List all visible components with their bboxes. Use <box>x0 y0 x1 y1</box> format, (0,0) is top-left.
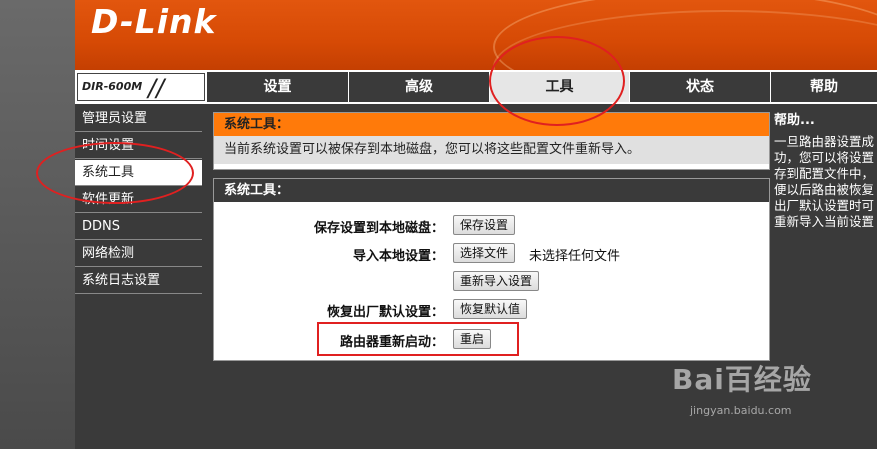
help-line: 出厂默认设置时可 <box>774 198 875 213</box>
save-settings-label: 保存设置到本地磁盘： <box>313 221 444 236</box>
help-line: 便以后路由被恢复 <box>774 182 875 197</box>
reboot-button[interactable]: 重启 <box>453 329 492 349</box>
info-panel-description: 当前系统设置可以被保存到本地磁盘，您可以将这些配置文件重新导入。 <box>214 136 769 164</box>
sidebar-item-system-tools[interactable]: 系统工具 <box>75 160 202 186</box>
sidebar-item-ddns[interactable]: DDNS <box>75 214 202 240</box>
model-slash-icon: // <box>148 74 165 102</box>
help-line: 一旦路由器设置成 <box>774 134 875 149</box>
restore-defaults-label: 恢复出厂默认设置： <box>326 305 444 320</box>
help-body: 一旦路由器设置成 功，您可以将设置 存到配置文件中， 便以后路由被恢复 出厂默认设置时可… <box>774 134 877 230</box>
reboot-label: 路由器重新启动： <box>339 335 444 350</box>
baidu-watermark: Bai百经验 jingyan.baidu.com <box>672 358 812 417</box>
sidebar-item-network-check[interactable]: 网络检测 <box>75 241 202 267</box>
import-settings-label: 导入本地设置： <box>352 249 444 264</box>
help-line: 功，您可以将设置 <box>774 150 875 165</box>
tab-tools[interactable]: 工具 <box>489 72 629 102</box>
dlink-logo: D-Link <box>91 2 217 41</box>
sidebar-item-syslog[interactable]: 系统日志设置 <box>75 268 202 294</box>
help-line: 存到配置文件中， <box>774 166 875 181</box>
left-background <box>0 0 75 449</box>
tools-panel: 系统工具： 保存设置到本地磁盘： 保存设置 导入本地设置： 选择文件 未选择任何… <box>213 178 770 361</box>
tab-setup[interactable]: 设置 <box>206 72 348 102</box>
top-nav: DIR-600M // 设置 高级 工具 状态 帮助 <box>75 70 877 104</box>
sidebar-item-time[interactable]: 时间设置 <box>75 133 202 159</box>
watermark-logo: Bai百经验 <box>672 363 812 396</box>
header-banner: D-Link <box>75 0 877 70</box>
tab-advanced[interactable]: 高级 <box>348 72 489 102</box>
tab-help[interactable]: 帮助 <box>770 72 877 102</box>
help-title: 帮助... <box>774 113 815 128</box>
save-settings-button[interactable]: 保存设置 <box>453 215 516 235</box>
info-panel-title: 系统工具： <box>214 113 769 136</box>
sidebar-item-firmware[interactable]: 软件更新 <box>75 187 202 213</box>
tab-status[interactable]: 状态 <box>629 72 770 102</box>
model-badge: DIR-600M // <box>77 73 205 102</box>
sidebar-item-admin[interactable]: 管理员设置 <box>75 106 202 132</box>
watermark-url: jingyan.baidu.com <box>690 404 792 417</box>
info-panel: 系统工具： 当前系统设置可以被保存到本地磁盘，您可以将这些配置文件重新导入。 <box>213 112 770 170</box>
model-name: DIR-600M <box>82 80 143 93</box>
tools-panel-title: 系统工具： <box>214 179 769 202</box>
restore-defaults-button[interactable]: 恢复默认值 <box>453 299 528 319</box>
help-line: 重新导入当前设置 <box>774 214 875 229</box>
reimport-settings-button[interactable]: 重新导入设置 <box>453 271 540 291</box>
no-file-chosen-text: 未选择任何文件 <box>529 249 621 264</box>
sidebar: 管理员设置 时间设置 系统工具 软件更新 DDNS 网络检测 系统日志设置 <box>75 104 206 449</box>
choose-file-button[interactable]: 选择文件 <box>453 243 516 263</box>
